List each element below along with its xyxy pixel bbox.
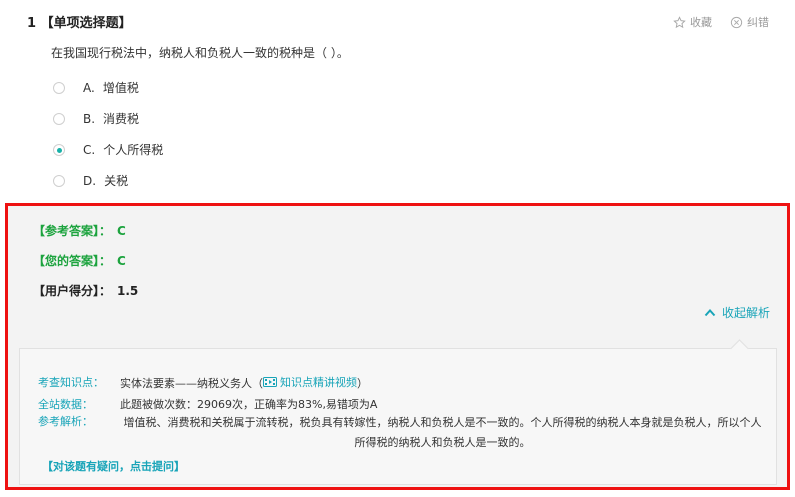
knowledge-point-text: 实体法要素——纳税义务人（ — [120, 377, 263, 390]
user-score: 【用户得分】： 1.5 — [33, 282, 138, 299]
knowledge-point-close: ） — [357, 377, 368, 390]
favorite-label: 收藏 — [690, 16, 712, 29]
site-stats-value: 此题被做次数：29069次，正确率为83%,易错项为A — [120, 398, 378, 411]
video-link-label: 知识点精讲视频 — [280, 376, 357, 389]
option-text: 消费税 — [103, 112, 140, 126]
site-stats-row: 全站数据： 此题被做次数：29069次，正确率为83%,易错项为A — [38, 396, 377, 412]
question-text: 在我国现行税法中，纳税人和负税人一致的税种是（ ）。 — [51, 46, 349, 60]
knowledge-video-link[interactable]: 知识点精讲视频 — [263, 374, 357, 390]
question-type: 【单项选择题】 — [40, 16, 132, 31]
reference-answer: 【参考答案】： C — [33, 222, 126, 239]
knowledge-point-row: 考查知识点： 实体法要素——纳税义务人（ 知识点精讲视频） — [38, 374, 368, 391]
option-letter: A. — [83, 80, 95, 95]
option-letter: B. — [83, 111, 96, 126]
option-d[interactable]: D. 关税 — [53, 165, 163, 196]
report-label: 纠错 — [747, 16, 769, 29]
your-answer-label: 【您的答案】： — [33, 254, 112, 268]
explanation-label: 参考解析： — [38, 415, 93, 428]
question-number: 1 — [27, 16, 37, 31]
star-icon — [673, 15, 686, 28]
site-stats-label: 全站数据： — [38, 398, 93, 411]
report-error-button[interactable]: 纠错 — [730, 14, 769, 30]
answer-panel: 【参考答案】： C 【您的答案】： C 【用户得分】： 1.5 收起解析 考查知识点：… — [5, 203, 790, 490]
error-report-icon — [730, 16, 743, 28]
user-score-value: 1.5 — [117, 284, 139, 298]
explanation-row: 参考解析： 增值税、消费税和关税属于流转税，税负具有转嫁性，纳税人和负税人是不一… — [38, 413, 765, 453]
question-header: 1 【单项选择题】 — [27, 12, 132, 31]
option-a[interactable]: A. 增值税 — [53, 72, 163, 103]
option-text: 个人所得税 — [103, 143, 164, 157]
option-text: 增值税 — [102, 81, 139, 95]
option-list: A. 增值税 B. 消费税 C. 个人所得税 D. 关税 — [53, 72, 163, 196]
radio-button-selected[interactable] — [53, 143, 65, 156]
option-letter: D. — [83, 173, 97, 188]
explanation-text: 增值税、消费税和关税属于流转税，税负具有转嫁性，纳税人和负税人是不一致的。个人所… — [123, 416, 762, 449]
radio-button[interactable] — [53, 81, 65, 94]
favorite-button[interactable]: 收藏 — [673, 14, 712, 30]
user-score-label: 【用户得分】： — [33, 284, 112, 298]
option-text: 关税 — [104, 174, 129, 188]
knowledge-point-value: 实体法要素——纳税义务人（ 知识点精讲视频） — [120, 374, 368, 391]
your-answer-value: C — [117, 254, 126, 268]
your-answer: 【您的答案】： C — [33, 252, 126, 269]
ask-question-link[interactable]: 【对该题有疑问，点击提问】 — [42, 458, 185, 474]
collapse-label: 收起解析 — [721, 306, 770, 320]
question-actions: 收藏 纠错 — [673, 14, 769, 30]
video-icon — [263, 377, 277, 387]
radio-button[interactable] — [53, 112, 65, 125]
reference-answer-value: C — [117, 224, 126, 238]
option-b[interactable]: B. 消费税 — [53, 103, 163, 134]
knowledge-point-label: 考查知识点： — [38, 376, 104, 389]
radio-button[interactable] — [53, 174, 65, 187]
reference-answer-label: 【参考答案】： — [33, 224, 112, 238]
collapse-analysis-button[interactable]: 收起解析 — [704, 304, 770, 321]
option-letter: C. — [83, 142, 96, 157]
analysis-panel: 考查知识点： 实体法要素——纳税义务人（ 知识点精讲视频） 全站数据： 此题被做次… — [19, 339, 777, 485]
analysis-caret — [730, 339, 749, 358]
chevron-up-icon — [704, 309, 716, 317]
option-c[interactable]: C. 个人所得税 — [53, 134, 163, 165]
